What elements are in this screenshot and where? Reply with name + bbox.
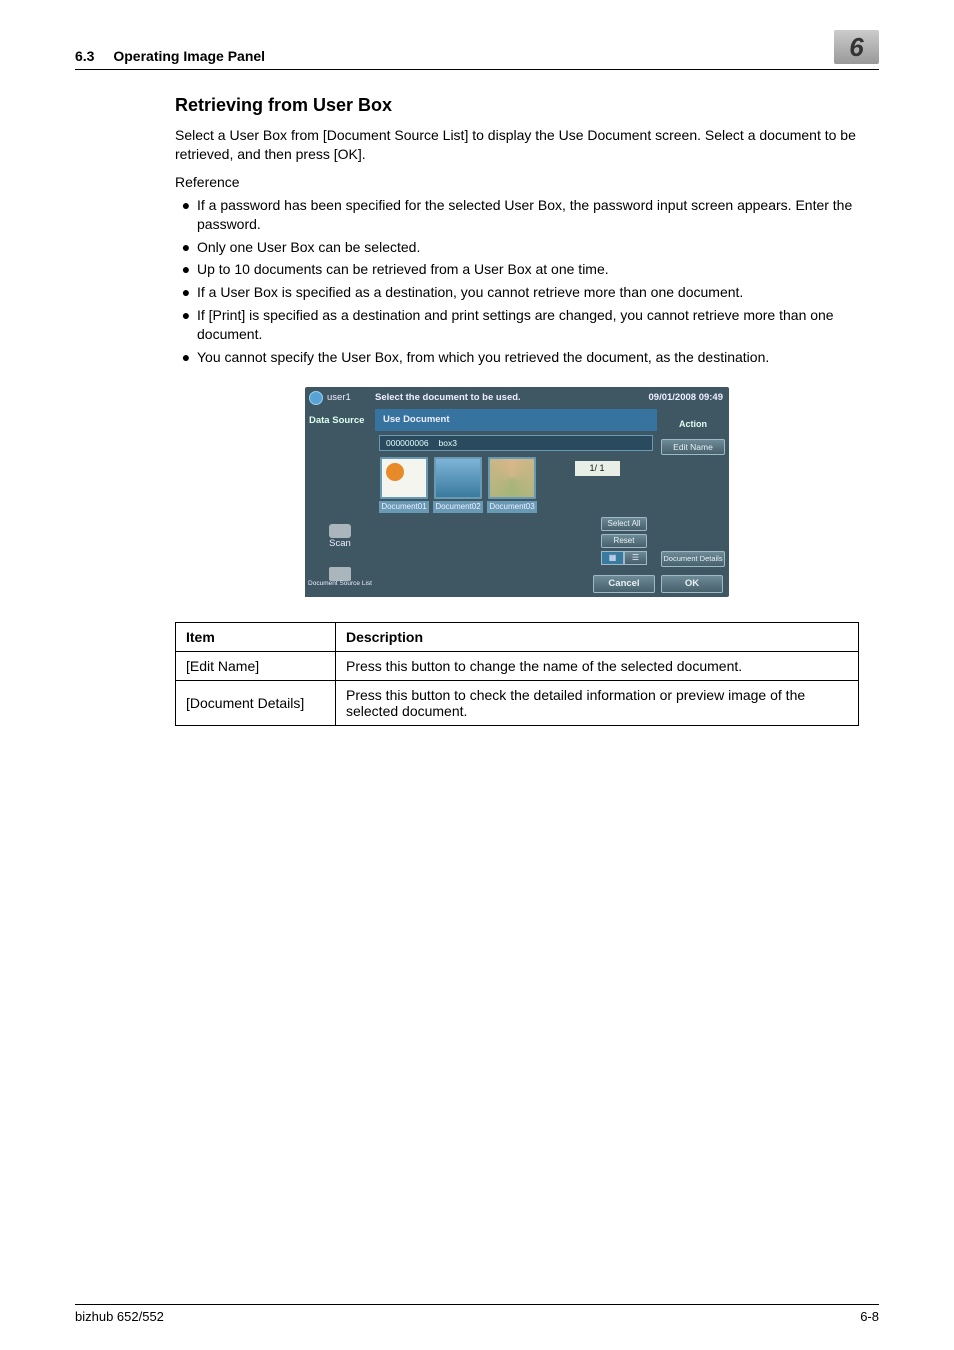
data-source-label: Data Source <box>305 409 375 426</box>
thumb-image <box>380 457 428 499</box>
document-thumb[interactable]: Document02 <box>433 457 483 513</box>
bullet-item: ●Up to 10 documents can be retrieved fro… <box>175 260 859 279</box>
source-list-icon <box>329 567 351 581</box>
document-source-list-tab[interactable]: Document Source List <box>305 557 375 597</box>
page-footer: bizhub 652/552 6-8 <box>75 1304 879 1324</box>
thumb-label: Document03 <box>487 501 537 513</box>
reference-list: ●If a password has been specified for th… <box>175 196 859 367</box>
edit-name-button[interactable]: Edit Name <box>661 439 725 455</box>
thumb-image <box>488 457 536 499</box>
list-view-toggle[interactable]: ☰ <box>624 551 647 565</box>
cell-desc: Press this button to change the name of … <box>336 651 859 680</box>
thumb-image <box>434 457 482 499</box>
prompt-message: Select the document to be used. <box>375 392 634 403</box>
select-all-button[interactable]: Select All <box>601 517 647 531</box>
source-list-label: Document Source List <box>308 581 372 588</box>
chapter-badge: 6 <box>834 30 879 64</box>
page-indicator: 1/ 1 <box>575 461 620 476</box>
footer-page: 6-8 <box>860 1309 879 1324</box>
bullet-item: ●If a User Box is specified as a destina… <box>175 283 859 302</box>
document-thumb[interactable]: Document03 <box>487 457 537 513</box>
table-header-row: Item Description <box>176 622 859 651</box>
use-document-tab[interactable]: Use Document <box>375 409 657 431</box>
scan-icon <box>329 524 351 538</box>
action-label: Action <box>679 419 707 429</box>
cell-desc: Press this button to check the detailed … <box>336 680 859 725</box>
bullet-item: ●If [Print] is specified as a destinatio… <box>175 306 859 344</box>
footer-product: bizhub 652/552 <box>75 1309 164 1324</box>
col-item: Item <box>176 622 336 651</box>
section-title: Operating Image Panel <box>113 48 265 64</box>
table-row: [Edit Name] Press this button to change … <box>176 651 859 680</box>
intro-paragraph: Select a User Box from [Document Source … <box>175 126 859 164</box>
header-rule <box>75 69 879 70</box>
scan-tab[interactable]: Scan <box>305 517 375 557</box>
ok-button[interactable]: OK <box>661 575 723 593</box>
bullet-item: ●You cannot specify the User Box, from w… <box>175 348 859 367</box>
bullet-item: ●Only one User Box can be selected. <box>175 238 859 257</box>
grid-view-toggle[interactable]: ▦ <box>601 551 624 565</box>
user-icon <box>309 391 323 405</box>
reset-button[interactable]: Reset <box>601 534 647 548</box>
reference-label: Reference <box>175 174 859 190</box>
box-info-bar: 000000006 box3 <box>379 435 653 451</box>
box-name: box3 <box>439 438 457 448</box>
document-thumb[interactable]: Document01 <box>379 457 429 513</box>
screenshot-panel: user1 Select the document to be used. 09… <box>305 387 729 597</box>
description-table: Item Description [Edit Name] Press this … <box>175 622 859 726</box>
datetime-label: 09/01/2008 09:49 <box>634 392 729 403</box>
cancel-button[interactable]: Cancel <box>593 575 655 593</box>
col-description: Description <box>336 622 859 651</box>
cell-item: [Edit Name] <box>176 651 336 680</box>
thumb-label: Document02 <box>433 501 483 513</box>
bullet-item: ●If a password has been specified for th… <box>175 196 859 234</box>
scan-label: Scan <box>329 538 351 549</box>
table-row: [Document Details] Press this button to … <box>176 680 859 725</box>
cell-item: [Document Details] <box>176 680 336 725</box>
thumb-label: Document01 <box>379 501 429 513</box>
box-id: 000000006 <box>386 438 429 448</box>
section-number: 6.3 <box>75 48 94 64</box>
user-label: user1 <box>327 392 351 403</box>
page-header: 6.3 Operating Image Panel 6 <box>75 30 879 64</box>
document-details-button[interactable]: Document Details <box>661 551 725 567</box>
heading-retrieving: Retrieving from User Box <box>175 95 859 116</box>
